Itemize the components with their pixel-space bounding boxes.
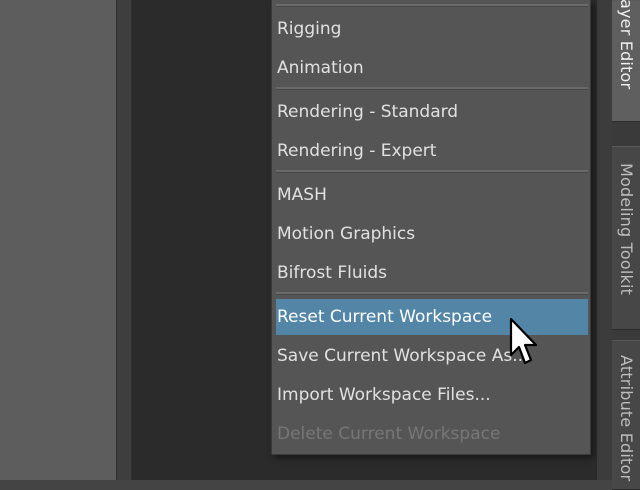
tab-attribute-editor[interactable]: Attribute Editor bbox=[612, 340, 640, 490]
menu-separator bbox=[276, 170, 588, 173]
menu-item-rendering-expert[interactable]: Rendering - Expert bbox=[276, 133, 588, 169]
tab-modeling-toolkit[interactable]: Modeling Toolkit bbox=[612, 146, 640, 330]
menu-item-mash[interactable]: MASH bbox=[276, 177, 588, 213]
menu-separator bbox=[276, 292, 588, 295]
menu-item-bifrost-fluids[interactable]: Bifrost Fluids bbox=[276, 255, 588, 291]
left-panel bbox=[0, 0, 116, 480]
menu-item-import-workspace-files[interactable]: Import Workspace Files... bbox=[276, 377, 588, 413]
menu-item-reset-current-workspace[interactable]: Reset Current Workspace bbox=[276, 299, 588, 335]
menu-separator bbox=[276, 87, 588, 90]
menu-item-animation[interactable]: Animation bbox=[276, 50, 588, 86]
menu-item-rigging[interactable]: Rigging bbox=[276, 11, 588, 47]
workspace-menu: Rigging Animation Rendering - Standard R… bbox=[271, 0, 591, 455]
tab-modeling-toolkit-label: Modeling Toolkit bbox=[617, 163, 636, 296]
menu-item-delete-current-workspace: Delete Current Workspace bbox=[277, 424, 501, 444]
tab-layer-editor-label: / Layer Editor bbox=[617, 0, 636, 90]
right-panel-strip bbox=[596, 0, 612, 480]
arrow-cursor-icon bbox=[509, 317, 538, 365]
menu-item-rendering-standard[interactable]: Rendering - Standard bbox=[276, 94, 588, 130]
menu-separator bbox=[276, 4, 588, 7]
tab-layer-editor[interactable]: / Layer Editor bbox=[612, 0, 640, 122]
panel-splitter[interactable] bbox=[116, 0, 132, 480]
menu-item-save-current-workspace-as[interactable]: Save Current Workspace As... bbox=[276, 338, 588, 374]
tab-attribute-editor-label: Attribute Editor bbox=[617, 355, 636, 482]
side-tab-bar: / Layer Editor Modeling Toolkit Attribut… bbox=[612, 0, 640, 490]
menu-item-motion-graphics[interactable]: Motion Graphics bbox=[276, 216, 588, 252]
